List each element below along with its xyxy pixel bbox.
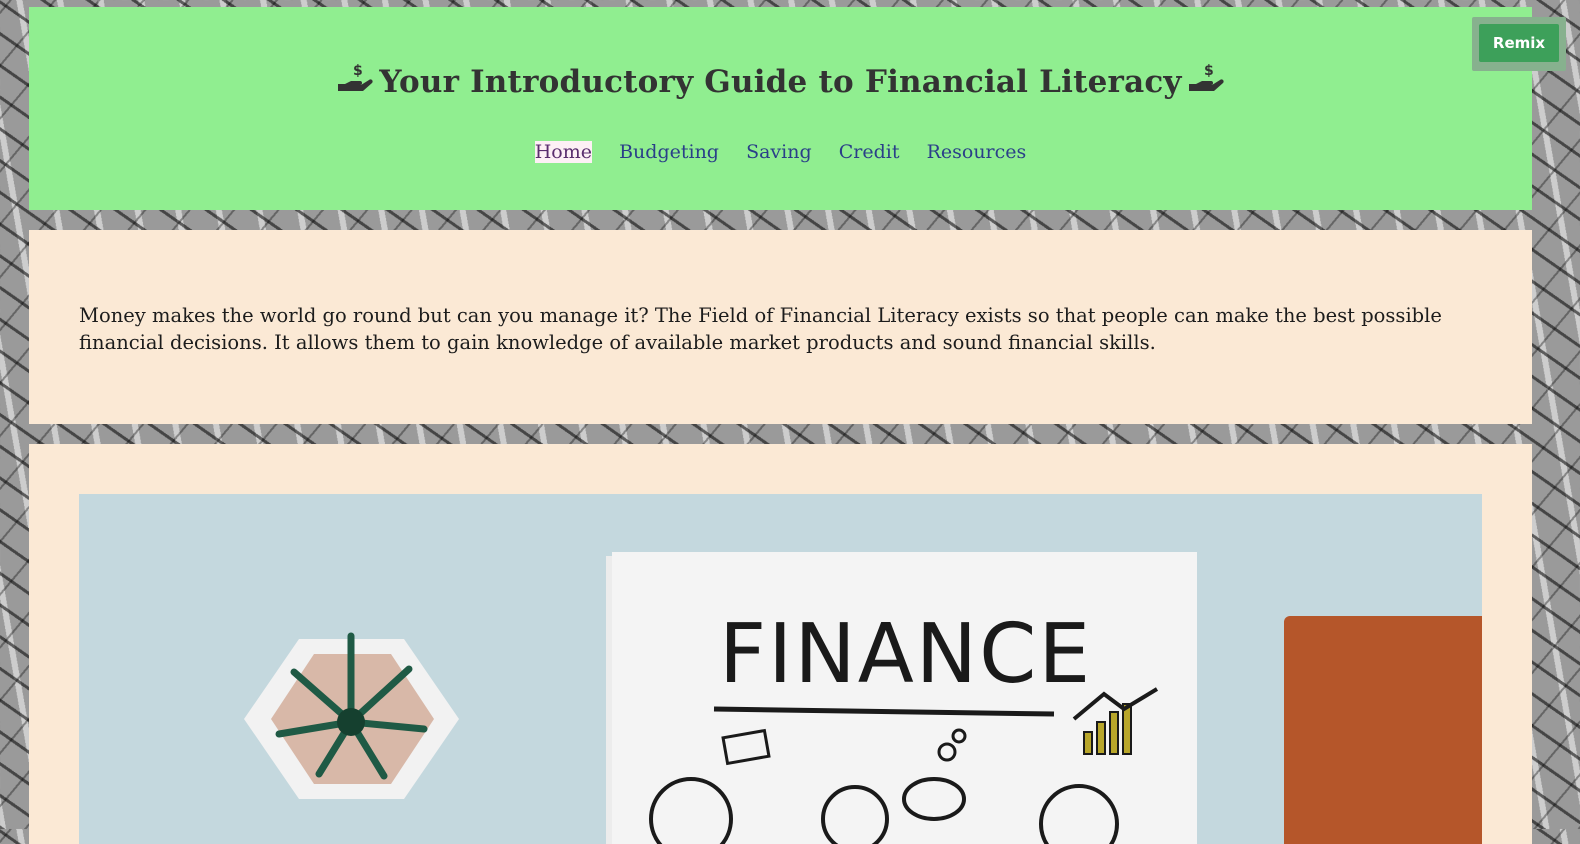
finance-paper-illustration: FINANCE	[606, 552, 1197, 844]
page-title: $ Your Introductory Guide to Financial L…	[29, 62, 1532, 104]
finance-board-text: FINANCE	[719, 607, 1092, 702]
nav-link-resources[interactable]: Resources	[927, 141, 1027, 163]
feature-section: FINANCE	[29, 444, 1532, 844]
main-nav: Home Budgeting Saving Credit Resources	[29, 141, 1532, 163]
nav-link-credit[interactable]: Credit	[839, 141, 900, 163]
remix-button[interactable]: Remix	[1479, 24, 1559, 62]
nav-link-saving[interactable]: Saving	[746, 141, 812, 163]
svg-text:$: $	[353, 63, 363, 79]
hand-holding-dollar-icon: $	[1188, 62, 1224, 104]
hand-holding-dollar-icon: $	[337, 62, 373, 104]
succulent-plant-illustration	[244, 632, 459, 799]
notebook-illustration	[1284, 616, 1482, 844]
nav-link-home[interactable]: Home	[534, 141, 592, 163]
site-header: $ Your Introductory Guide to Financial L…	[29, 7, 1532, 210]
nav-link-budgeting[interactable]: Budgeting	[619, 141, 719, 163]
intro-paragraph: Money makes the world go round but can y…	[79, 304, 1442, 354]
svg-text:$: $	[1204, 63, 1214, 79]
remix-button-container: Remix	[1472, 17, 1566, 71]
finance-illustration-image: FINANCE	[79, 494, 1482, 844]
page-title-text: Your Introductory Guide to Financial Lit…	[379, 64, 1182, 100]
intro-section: Money makes the world go round but can y…	[29, 230, 1532, 424]
